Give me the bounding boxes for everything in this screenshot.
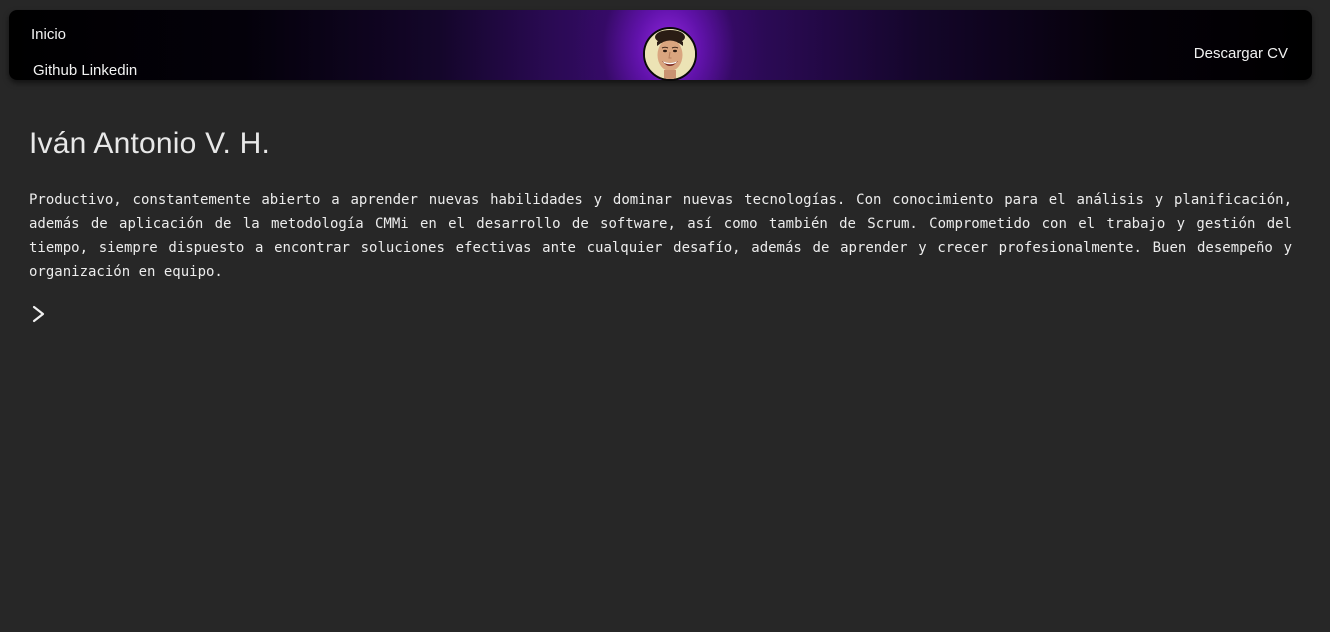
profile-photo-icon: [645, 29, 695, 79]
top-navbar: Inicio Github Linkedin Descargar CV: [9, 10, 1312, 81]
chevron-right-icon[interactable]: [30, 304, 48, 324]
profile-name: Iván Antonio V. H.: [29, 127, 270, 160]
nav-link-inicio[interactable]: Inicio: [31, 26, 66, 43]
download-cv-link[interactable]: Descargar CV: [1194, 45, 1288, 62]
nav-link-github[interactable]: Github: [33, 62, 77, 79]
nav-link-linkedin[interactable]: Linkedin: [81, 62, 137, 79]
social-links: Github Linkedin: [33, 62, 137, 79]
profile-summary: Productivo, constantemente abierto a apr…: [29, 192, 1292, 280]
avatar[interactable]: [643, 27, 697, 81]
